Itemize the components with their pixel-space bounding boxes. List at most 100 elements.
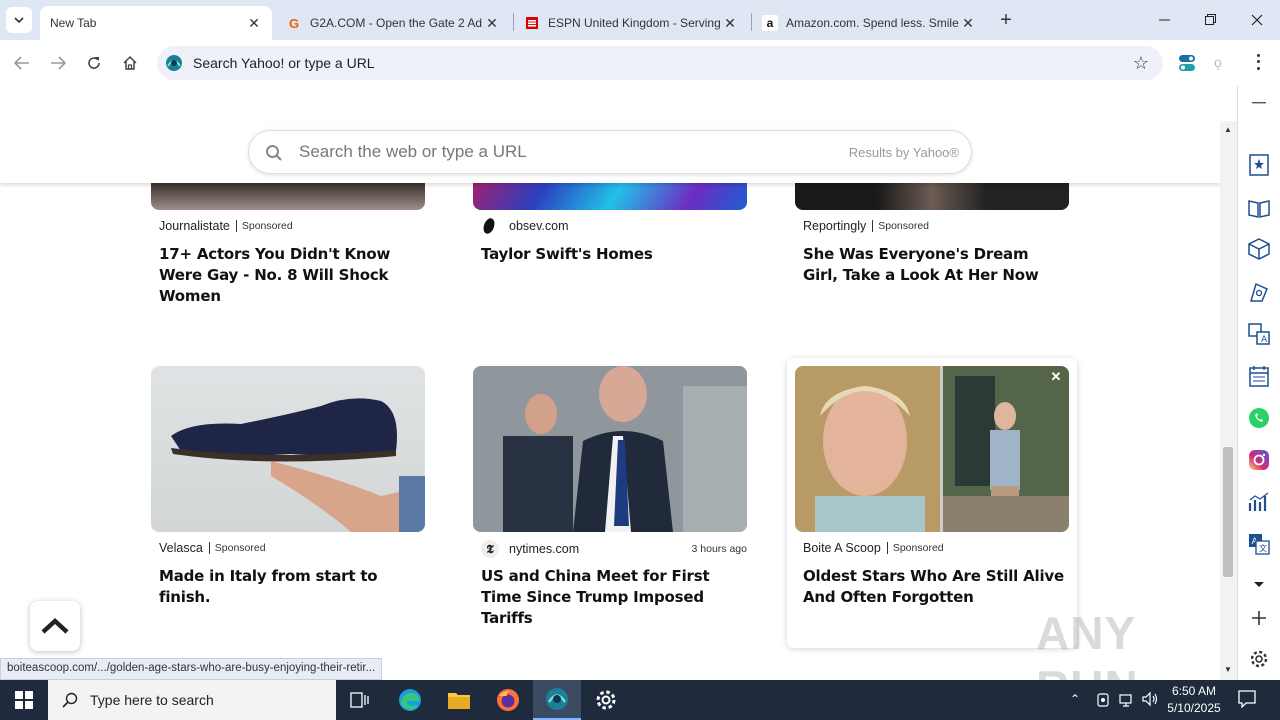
network-icon[interactable]: [1119, 692, 1135, 713]
taskbar-search-placeholder: Type here to search: [90, 692, 214, 708]
source-name: Reportingly: [803, 219, 867, 233]
obsev-logo-icon: [481, 218, 495, 234]
yahoo-browser-logo-icon: [166, 55, 182, 71]
svg-text:A: A: [1261, 335, 1268, 345]
card-headline[interactable]: Taylor Swift's Homes: [481, 244, 743, 265]
menu-button[interactable]: [1250, 52, 1266, 72]
tab-g2a[interactable]: G G2A.COM - Open the Gate 2 Ad ✕: [276, 6, 510, 40]
close-icon: [1251, 14, 1263, 26]
close-ad-icon[interactable]: ✕: [1049, 370, 1063, 384]
tab-search-button[interactable]: [6, 7, 32, 33]
scroll-down-arrow[interactable]: ▼: [1224, 665, 1232, 674]
task-view-button[interactable]: [336, 680, 384, 720]
show-hidden-icons-icon[interactable]: ⌃: [1070, 692, 1080, 706]
extension-toggle-icon[interactable]: [1178, 54, 1198, 72]
tab-new-tab[interactable]: New Tab ✕: [40, 6, 272, 40]
card-headline[interactable]: US and China Meet for First Time Since T…: [481, 566, 743, 629]
stocks-chart-icon[interactable]: [1248, 491, 1270, 513]
bookmark-star-icon[interactable]: ☆: [1133, 53, 1149, 74]
amazon-icon: a: [762, 15, 778, 31]
gear-icon: [596, 690, 616, 710]
scrollbar-thumb[interactable]: [1223, 447, 1233, 577]
source-name: Journalistate: [159, 219, 230, 233]
instagram-icon[interactable]: [1248, 449, 1270, 471]
card-headline[interactable]: Oldest Stars Who Are Still Alive And Oft…: [803, 566, 1065, 608]
search-input[interactable]: Search the web or type a URL Results by …: [248, 130, 972, 174]
close-window-button[interactable]: [1234, 0, 1280, 40]
card-headline[interactable]: 17+ Actors You Didn't Know Were Gay - No…: [159, 244, 421, 307]
shopping-icon[interactable]: [1248, 281, 1270, 303]
task-view-icon: [350, 692, 369, 708]
vertical-scrollbar[interactable]: ▲ ▼: [1220, 121, 1237, 680]
system-clock[interactable]: 6:50 AM 5/10/2025: [1164, 683, 1224, 717]
close-icon[interactable]: ✕: [722, 15, 738, 32]
side-panel: A A文: [1237, 86, 1280, 680]
start-button[interactable]: [0, 680, 48, 720]
taskbar-search-input[interactable]: Type here to search: [48, 680, 336, 720]
sponsored-label: Sponsored: [872, 220, 929, 232]
card-source: Journalistate Sponsored: [159, 219, 293, 233]
card-headline[interactable]: Made in Italy from start to finish.: [159, 566, 421, 608]
file-explorer-button[interactable]: [435, 680, 483, 720]
translate-icon[interactable]: A: [1248, 323, 1270, 345]
reload-icon: [88, 57, 100, 69]
volume-icon[interactable]: [1142, 691, 1160, 712]
firefox-taskbar-button[interactable]: [484, 680, 532, 720]
svg-text:文: 文: [1259, 543, 1267, 553]
dictionary-icon[interactable]: A文: [1248, 533, 1270, 555]
celebrity-ad-image[interactable]: ✕: [795, 366, 1069, 532]
restore-button[interactable]: [1188, 0, 1234, 40]
toolbar: Search Yahoo! or type a URL ☆ ǫ: [0, 40, 1280, 86]
minimize-button[interactable]: [1142, 0, 1188, 40]
chevron-down-icon: [14, 17, 24, 23]
espn-icon: [524, 15, 540, 31]
chevron-down-icon[interactable]: [1248, 574, 1270, 596]
firefox-icon: [497, 689, 519, 711]
taskbar: Type here to search ⌃ 6:50 AM 5/10/2025: [0, 680, 1280, 720]
page-content: Search the web or type a URL Results by …: [0, 86, 1220, 680]
close-icon[interactable]: ✕: [484, 15, 500, 32]
sponsored-label: Sponsored: [886, 542, 944, 554]
notifications-icon[interactable]: [1238, 690, 1256, 713]
settings-taskbar-button[interactable]: [582, 680, 630, 720]
card-source: Reportingly Sponsored: [803, 219, 929, 233]
reload-button[interactable]: [79, 48, 109, 78]
edge-taskbar-button[interactable]: [386, 680, 434, 720]
source-name: nytimes.com: [509, 542, 580, 556]
back-button[interactable]: [7, 48, 37, 78]
tab-espn[interactable]: ESPN United Kingdom - Serving ✕: [514, 6, 748, 40]
yahoo-browser-taskbar-button[interactable]: [533, 680, 581, 720]
new-tab-button[interactable]: +: [994, 8, 1018, 32]
package-icon[interactable]: [1248, 238, 1270, 260]
scroll-up-arrow[interactable]: ▲: [1224, 125, 1232, 134]
forward-button[interactable]: [43, 48, 73, 78]
tab-strip: New Tab ✕ G G2A.COM - Open the Gate 2 Ad…: [0, 0, 1280, 40]
address-bar[interactable]: Search Yahoo! or type a URL ☆: [157, 46, 1163, 80]
extension-icon[interactable]: ǫ: [1214, 54, 1230, 72]
home-button[interactable]: [115, 48, 145, 78]
calendar-icon[interactable]: [1248, 365, 1270, 387]
home-icon: [123, 55, 137, 70]
close-icon[interactable]: ✕: [960, 15, 976, 32]
search-icon: [266, 145, 282, 161]
search-placeholder: Search the web or type a URL: [299, 142, 527, 161]
defender-icon[interactable]: [1096, 692, 1110, 713]
bookmarks-icon[interactable]: [1248, 154, 1270, 176]
edge-icon: [399, 689, 421, 711]
tab-label: New Tab: [50, 16, 97, 30]
news-image[interactable]: [473, 366, 747, 532]
card-source: Boite A Scoop Sponsored: [803, 541, 944, 555]
whatsapp-icon[interactable]: [1248, 407, 1270, 429]
status-bar-url: boiteascoop.com/.../golden-age-stars-who…: [0, 658, 383, 680]
source-name: Velasca: [159, 541, 203, 555]
gear-icon[interactable]: [1248, 648, 1270, 670]
minus-icon[interactable]: [1248, 92, 1270, 114]
card-headline[interactable]: She Was Everyone's Dream Girl, Take a Lo…: [803, 244, 1065, 286]
shoe-ad-image[interactable]: [151, 366, 425, 532]
reading-list-icon[interactable]: [1248, 197, 1270, 219]
add-icon[interactable]: [1248, 607, 1270, 629]
scroll-to-top-button[interactable]: [30, 601, 80, 651]
tab-amazon[interactable]: a Amazon.com. Spend less. Smile ✕: [752, 6, 986, 40]
close-icon[interactable]: ✕: [246, 15, 262, 32]
watermark: ANY RUN: [1036, 607, 1138, 680]
